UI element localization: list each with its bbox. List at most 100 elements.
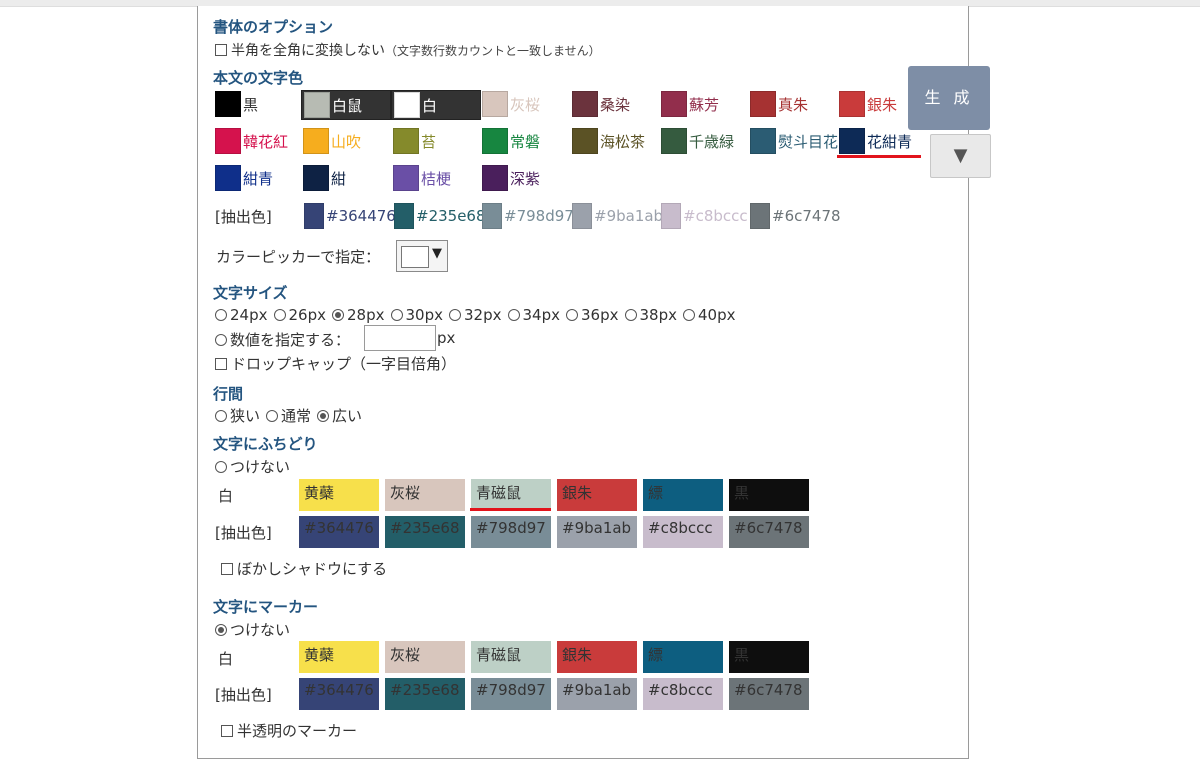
marker-color-cell[interactable]: 銀朱 — [557, 641, 637, 673]
outline-color-cell[interactable]: 青磁鼠 — [471, 479, 551, 511]
font-size-option[interactable]: 28px — [332, 306, 385, 324]
marker-color-cell[interactable]: 青磁鼠 — [471, 641, 551, 673]
font-size-radio[interactable] — [273, 309, 286, 321]
text-color-swatch[interactable]: 山吹 — [303, 127, 361, 155]
outline-color-cell[interactable]: 黒 — [729, 479, 809, 511]
no-convert-checkbox[interactable] — [215, 44, 227, 56]
font-size-option[interactable]: 24px — [215, 306, 268, 324]
outline-color-cell[interactable]: 縹 — [643, 479, 723, 511]
custom-size-option[interactable]: 数値を指定する： — [215, 329, 350, 350]
font-size-radio[interactable] — [507, 309, 520, 321]
outline-color-cell[interactable]: #798d97 — [471, 516, 551, 548]
font-size-option[interactable]: 36px — [566, 306, 619, 324]
font-size-label: 30px — [405, 306, 444, 324]
marker-color-cell[interactable]: #9ba1ab — [557, 678, 637, 710]
swatch-chip — [303, 128, 329, 154]
blur-shadow-checkbox[interactable] — [221, 563, 233, 575]
marker-color-cell[interactable]: #364476 — [299, 678, 379, 710]
outline-color-cell[interactable]: 灰桜 — [385, 479, 465, 511]
outline-none-option[interactable]: つけない — [215, 456, 290, 477]
outline-color-cell[interactable]: #9ba1ab — [557, 516, 637, 548]
text-color-swatch[interactable]: 花紺青 — [839, 127, 912, 155]
text-color-swatch[interactable]: 紺青 — [215, 164, 273, 192]
outline-color-cell[interactable]: #6c7478 — [729, 516, 809, 548]
text-color-swatch[interactable]: 桑染 — [572, 90, 630, 118]
text-color-swatch[interactable]: 深紫 — [482, 164, 540, 192]
text-color-swatch[interactable]: 白鼠 — [301, 90, 391, 120]
font-size-radio[interactable] — [215, 309, 227, 321]
translucent-marker-option[interactable]: 半透明のマーカー — [221, 720, 357, 741]
marker-color-cell[interactable]: 黄蘗 — [299, 641, 379, 673]
marker-color-cell[interactable]: #6c7478 — [729, 678, 809, 710]
no-convert-option[interactable]: 半角を全角に変換しない（文字数行数カウントと一致しません） — [215, 40, 601, 60]
text-color-swatch[interactable]: 韓花紅 — [215, 127, 288, 155]
outline-color-cell[interactable]: #235e68 — [385, 516, 465, 548]
outline-color-cell[interactable]: #364476 — [299, 516, 379, 548]
font-size-radio[interactable] — [683, 309, 695, 321]
text-color-swatch[interactable]: 熨斗目花 — [750, 127, 838, 155]
marker-color-cell[interactable]: #c8bccc — [643, 678, 723, 710]
font-size-radio[interactable] — [624, 309, 637, 321]
custom-size-radio[interactable] — [215, 334, 227, 346]
line-spacing-option[interactable]: 狭い — [215, 407, 260, 425]
text-color-swatch[interactable]: 桔梗 — [393, 164, 451, 192]
generate-button[interactable]: 生 成 — [908, 66, 990, 130]
extracted-color-swatch[interactable]: #364476 — [304, 202, 396, 230]
line-spacing-radio[interactable] — [317, 410, 330, 422]
extracted-label: #9ba1ab — [594, 207, 664, 225]
outline-color-cell[interactable]: 黄蘗 — [299, 479, 379, 511]
outline-color-label: #9ba1ab — [562, 519, 632, 537]
text-color-swatch[interactable]: 苔 — [393, 127, 436, 155]
outline-none-radio[interactable] — [215, 461, 227, 473]
font-size-radio[interactable] — [449, 309, 461, 321]
drop-cap-checkbox[interactable] — [215, 358, 227, 370]
font-size-option[interactable]: 38px — [624, 306, 677, 324]
font-size-option[interactable]: 40px — [683, 306, 736, 324]
custom-size-input[interactable] — [364, 325, 436, 351]
drop-cap-option[interactable]: ドロップキャップ（一字目倍角） — [215, 353, 456, 374]
marker-none-radio[interactable] — [215, 624, 227, 636]
font-size-radio[interactable] — [566, 309, 578, 321]
font-size-option[interactable]: 34px — [507, 306, 560, 324]
dropdown-button[interactable]: ▼ — [930, 134, 991, 178]
extracted-label: #364476 — [326, 207, 396, 225]
font-size-option[interactable]: 26px — [273, 306, 326, 324]
font-size-option[interactable]: 30px — [390, 306, 444, 324]
text-color-swatch[interactable]: 紺 — [303, 164, 346, 192]
line-spacing-radio[interactable] — [266, 410, 279, 422]
marker-color-cell[interactable]: 黒 — [729, 641, 809, 673]
line-spacing-radio[interactable] — [215, 410, 227, 422]
extracted-color-swatch[interactable]: #6c7478 — [750, 202, 841, 230]
extracted-color-swatch[interactable]: #9ba1ab — [572, 202, 663, 230]
text-color-swatch[interactable]: 千歳緑 — [661, 127, 734, 155]
font-size-option[interactable]: 32px — [449, 306, 502, 324]
text-color-swatch[interactable]: 黒 — [215, 90, 258, 118]
text-color-swatch[interactable]: 銀朱 — [839, 90, 897, 118]
blur-shadow-option[interactable]: ぼかしシャドウにする — [221, 558, 387, 579]
text-color-swatch[interactable]: 真朱 — [750, 90, 808, 118]
outline-color-cell[interactable]: 銀朱 — [557, 479, 637, 511]
text-color-swatch[interactable]: 灰桜 — [482, 90, 540, 118]
extracted-chip — [750, 203, 770, 229]
translucent-marker-checkbox[interactable] — [221, 725, 233, 737]
text-color-swatch[interactable]: 海松茶 — [572, 127, 645, 155]
outline-row2-label: [抽出色] — [215, 524, 272, 542]
text-color-swatch[interactable]: 白 — [391, 90, 481, 120]
extracted-color-swatch[interactable]: #235e68 — [394, 202, 486, 230]
no-convert-label: 半角を全角に変換しない — [231, 43, 385, 59]
line-spacing-option[interactable]: 通常 — [266, 407, 311, 425]
color-picker[interactable]: ▼ — [396, 240, 448, 272]
extracted-color-swatch[interactable]: #c8bccc — [661, 202, 748, 230]
marker-color-cell[interactable]: 縹 — [643, 641, 723, 673]
line-spacing-option[interactable]: 広い — [317, 407, 362, 425]
marker-color-cell[interactable]: #235e68 — [385, 678, 465, 710]
marker-color-cell[interactable]: 灰桜 — [385, 641, 465, 673]
marker-color-cell[interactable]: #798d97 — [471, 678, 551, 710]
text-color-swatch[interactable]: 常磐 — [482, 127, 540, 155]
font-size-radio[interactable] — [390, 309, 403, 321]
marker-none-option[interactable]: つけない — [215, 619, 290, 640]
outline-color-cell[interactable]: #c8bccc — [643, 516, 723, 548]
font-size-radio[interactable] — [332, 309, 344, 321]
extracted-color-swatch[interactable]: #798d97 — [482, 202, 574, 230]
text-color-swatch[interactable]: 蘇芳 — [661, 90, 719, 118]
